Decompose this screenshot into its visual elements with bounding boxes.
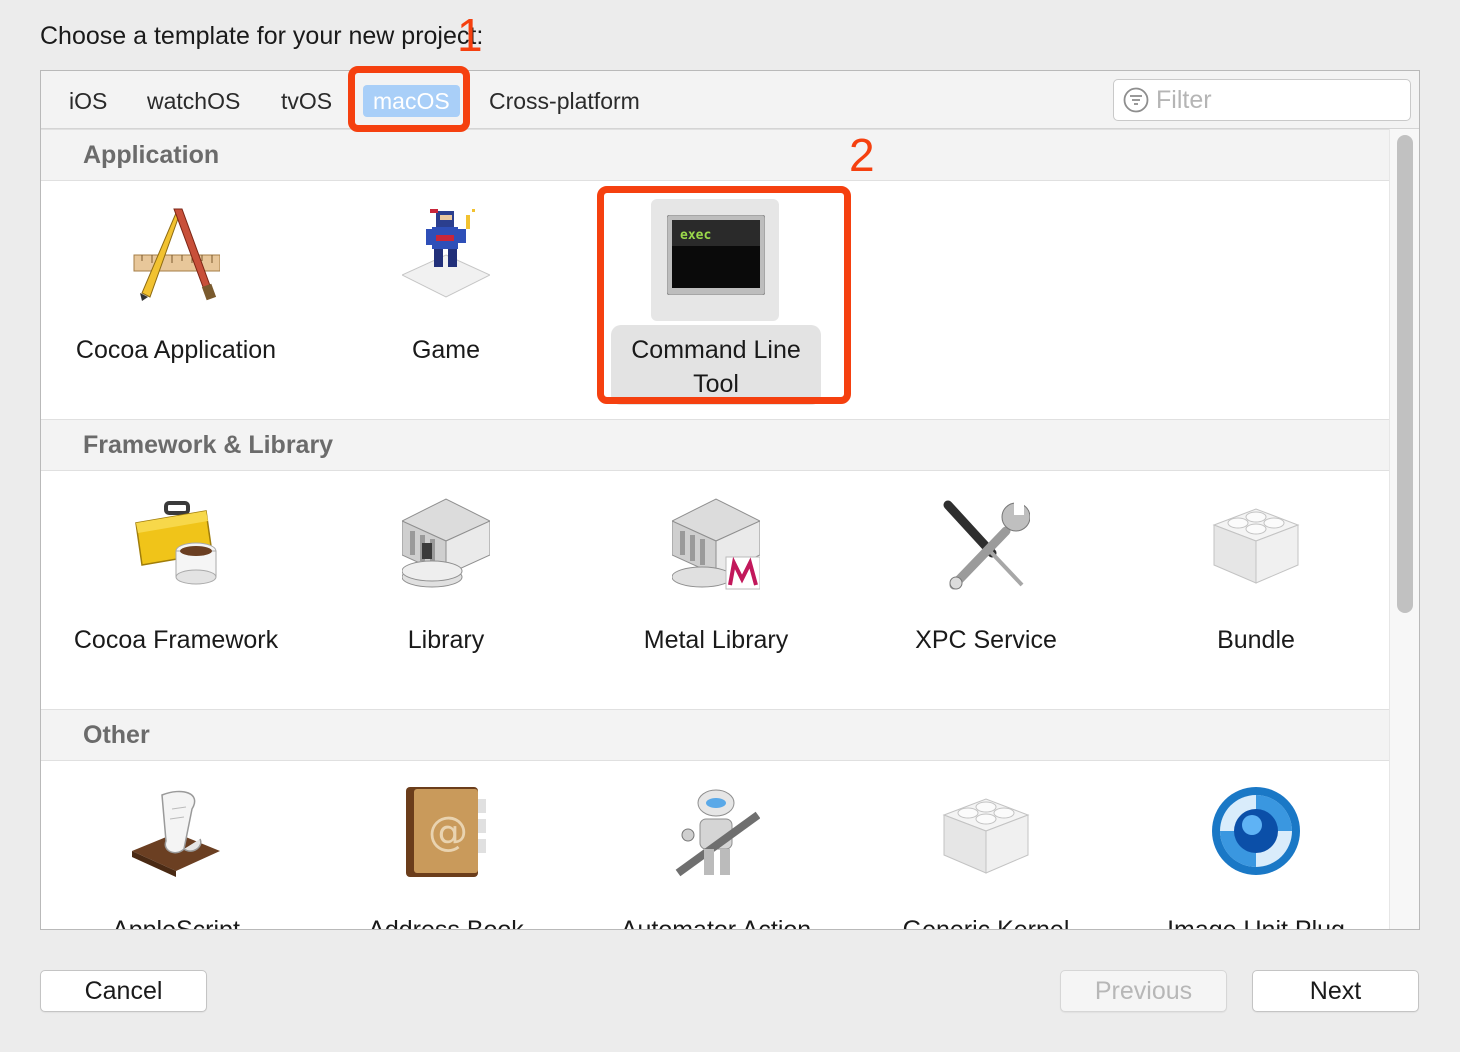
svg-text:@: @	[428, 809, 468, 855]
template-label: Library	[407, 626, 485, 654]
template-label: Command Line Tool	[631, 336, 801, 398]
template-grid: Application Cocoa Application Game exec …	[41, 129, 1389, 930]
tab-ios[interactable]: iOS	[59, 85, 117, 117]
filter-icon	[1123, 87, 1149, 113]
template-generic-kernel[interactable]: Generic Kernel	[851, 765, 1121, 930]
template-label: Cocoa Application	[75, 336, 277, 364]
library-building-icon	[402, 498, 490, 588]
template-label: Image Unit Plug	[1167, 916, 1345, 930]
next-button[interactable]: Next	[1252, 970, 1419, 1012]
template-image-unit-plug[interactable]: Image Unit Plug	[1121, 765, 1389, 930]
tab-watchos[interactable]: watchOS	[137, 85, 250, 117]
applescript-scroll-icon	[132, 790, 220, 877]
template-label: Metal Library	[643, 626, 789, 654]
template-cocoa-application[interactable]: Cocoa Application	[41, 185, 311, 395]
template-label: Automator Action	[620, 916, 812, 930]
address-book-icon: @	[406, 787, 486, 877]
template-metal-library[interactable]: Metal Library	[581, 475, 851, 685]
game-icon	[402, 209, 490, 298]
template-label: Cocoa Framework	[73, 626, 279, 654]
template-label: Game	[411, 336, 481, 364]
template-applescript[interactable]: AppleScript	[41, 765, 311, 930]
tab-cross-platform[interactable]: Cross-platform	[479, 85, 650, 117]
template-prompt: Choose a template for your new project:	[40, 22, 484, 50]
template-label: Generic Kernel	[902, 916, 1070, 930]
cocoa-application-icon	[133, 208, 220, 301]
template-xpc-service[interactable]: XPC Service	[851, 475, 1121, 685]
annotation-number-1: 1	[457, 9, 483, 61]
annotation-number-2: 2	[849, 129, 875, 181]
cancel-button[interactable]: Cancel	[40, 970, 207, 1012]
template-library[interactable]: Library	[311, 475, 581, 685]
template-label: AppleScript	[112, 916, 240, 930]
previous-button[interactable]: Previous	[1060, 970, 1227, 1012]
image-unit-icon	[1212, 787, 1300, 875]
metal-library-icon	[672, 498, 760, 590]
template-automator-action[interactable]: Automator Action	[581, 765, 851, 930]
screwdriver-wrench-icon	[943, 499, 1030, 590]
terminal-exec-icon: exec	[667, 215, 765, 295]
section-header-application: Application	[41, 129, 1389, 181]
exec-text: exec	[680, 228, 711, 243]
filter-field[interactable]	[1113, 79, 1411, 121]
template-bundle[interactable]: Bundle	[1121, 475, 1389, 685]
template-label: XPC Service	[915, 626, 1057, 654]
section-header-framework-library: Framework & Library	[41, 419, 1389, 471]
tab-macos[interactable]: macOS	[363, 85, 460, 117]
template-chooser-panel: iOS watchOS tvOS macOS Cross-platform Ap…	[40, 70, 1420, 930]
template-address-book[interactable]: @ Address Book	[311, 765, 581, 930]
kernel-brick-icon	[942, 798, 1030, 874]
automator-robot-icon	[675, 789, 760, 877]
template-label: Bundle	[1217, 626, 1295, 654]
scrollbar-thumb[interactable]	[1397, 135, 1413, 613]
template-label: Address Book	[368, 916, 524, 930]
filter-input[interactable]	[1156, 85, 1396, 115]
section-header-other: Other	[41, 709, 1389, 761]
vertical-scrollbar[interactable]	[1389, 129, 1419, 929]
tab-tvos[interactable]: tvOS	[271, 85, 342, 117]
platform-tab-bar: iOS watchOS tvOS macOS Cross-platform	[41, 71, 1419, 129]
lego-brick-icon	[1212, 508, 1300, 584]
template-cocoa-framework[interactable]: Cocoa Framework	[41, 475, 311, 685]
toolbox-coffee-icon	[135, 501, 217, 585]
template-command-line-tool[interactable]: exec Command Line Tool	[581, 185, 851, 405]
template-game[interactable]: Game	[311, 185, 581, 395]
